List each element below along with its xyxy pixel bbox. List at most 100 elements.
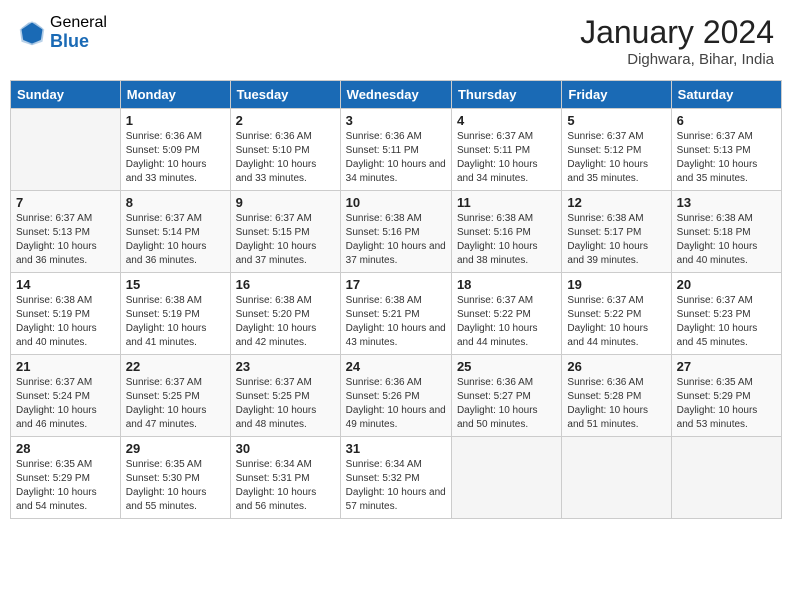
day-number: 25 bbox=[457, 359, 556, 374]
day-info: Sunrise: 6:37 AMSunset: 5:22 PMDaylight:… bbox=[567, 294, 665, 350]
calendar-cell: 18 Sunrise: 6:37 AMSunset: 5:22 PMDayligh… bbox=[451, 273, 561, 355]
calendar-header-friday: Friday bbox=[562, 81, 671, 109]
day-number: 30 bbox=[236, 441, 335, 456]
calendar-cell: 29 Sunrise: 6:35 AMSunset: 5:30 PMDayligh… bbox=[120, 437, 230, 519]
calendar-cell: 27 Sunrise: 6:35 AMSunset: 5:29 PMDayligh… bbox=[671, 355, 781, 437]
day-number: 22 bbox=[126, 359, 225, 374]
day-info: Sunrise: 6:38 AMSunset: 5:20 PMDaylight:… bbox=[236, 294, 335, 350]
calendar-week-row: 28 Sunrise: 6:35 AMSunset: 5:29 PMDayligh… bbox=[11, 437, 782, 519]
calendar-cell: 31Sunrise: 6:34 AMSunset: 5:32 PMDayligh… bbox=[340, 437, 451, 519]
day-info: Sunrise: 6:37 AMSunset: 5:23 PMDaylight:… bbox=[677, 294, 776, 350]
day-number: 19 bbox=[567, 277, 665, 292]
day-number: 29 bbox=[126, 441, 225, 456]
calendar-cell: 23 Sunrise: 6:37 AMSunset: 5:25 PMDayligh… bbox=[230, 355, 340, 437]
day-info: Sunrise: 6:38 AMSunset: 5:17 PMDaylight:… bbox=[567, 212, 665, 268]
calendar-cell bbox=[671, 437, 781, 519]
day-number: 6 bbox=[677, 113, 776, 128]
day-info: Sunrise: 6:37 AMSunset: 5:22 PMDaylight:… bbox=[457, 294, 556, 350]
day-info: Sunrise: 6:37 AMSunset: 5:24 PMDaylight:… bbox=[16, 376, 115, 432]
day-info: Sunrise: 6:37 AMSunset: 5:25 PMDaylight:… bbox=[126, 376, 225, 432]
calendar-cell: 11Sunrise: 6:38 AMSunset: 5:16 PMDayligh… bbox=[451, 191, 561, 273]
day-number: 20 bbox=[677, 277, 776, 292]
day-info: Sunrise: 6:36 AMSunset: 5:11 PMDaylight:… bbox=[346, 130, 446, 186]
day-info: Sunrise: 6:37 AMSunset: 5:13 PMDaylight:… bbox=[677, 130, 776, 186]
day-number: 31 bbox=[346, 441, 446, 456]
day-number: 24 bbox=[346, 359, 446, 374]
calendar-cell: 19 Sunrise: 6:37 AMSunset: 5:22 PMDayligh… bbox=[562, 273, 671, 355]
calendar-header-thursday: Thursday bbox=[451, 81, 561, 109]
calendar-week-row: 14 Sunrise: 6:38 AMSunset: 5:19 PMDayligh… bbox=[11, 273, 782, 355]
day-number: 26 bbox=[567, 359, 665, 374]
day-number: 23 bbox=[236, 359, 335, 374]
day-info: Sunrise: 6:34 AMSunset: 5:31 PMDaylight:… bbox=[236, 458, 335, 514]
location: Dighwara, Bihar, India bbox=[580, 51, 774, 68]
day-number: 13 bbox=[677, 195, 776, 210]
calendar-cell: 3 Sunrise: 6:36 AMSunset: 5:11 PMDaylight… bbox=[340, 109, 451, 191]
day-info: Sunrise: 6:37 AMSunset: 5:15 PMDaylight:… bbox=[236, 212, 335, 268]
day-info: Sunrise: 6:35 AMSunset: 5:29 PMDaylight:… bbox=[16, 458, 115, 514]
calendar-cell: 6 Sunrise: 6:37 AMSunset: 5:13 PMDaylight… bbox=[671, 109, 781, 191]
day-number: 3 bbox=[346, 113, 446, 128]
day-info: Sunrise: 6:36 AMSunset: 5:27 PMDaylight:… bbox=[457, 376, 556, 432]
day-number: 28 bbox=[16, 441, 115, 456]
calendar-header-monday: Monday bbox=[120, 81, 230, 109]
day-info: Sunrise: 6:38 AMSunset: 5:16 PMDaylight:… bbox=[457, 212, 556, 268]
calendar-table: SundayMondayTuesdayWednesdayThursdayFrid… bbox=[10, 80, 782, 519]
day-number: 15 bbox=[126, 277, 225, 292]
day-number: 5 bbox=[567, 113, 665, 128]
logo-text: General Blue bbox=[50, 14, 107, 51]
day-info: Sunrise: 6:38 AMSunset: 5:16 PMDaylight:… bbox=[346, 212, 446, 268]
calendar-cell bbox=[451, 437, 561, 519]
day-number: 8 bbox=[126, 195, 225, 210]
day-info: Sunrise: 6:35 AMSunset: 5:29 PMDaylight:… bbox=[677, 376, 776, 432]
day-info: Sunrise: 6:38 AMSunset: 5:19 PMDaylight:… bbox=[16, 294, 115, 350]
day-number: 1 bbox=[126, 113, 225, 128]
calendar-cell: 8Sunrise: 6:37 AMSunset: 5:14 PMDaylight… bbox=[120, 191, 230, 273]
calendar-cell: 5 Sunrise: 6:37 AMSunset: 5:12 PMDaylight… bbox=[562, 109, 671, 191]
day-info: Sunrise: 6:37 AMSunset: 5:11 PMDaylight:… bbox=[457, 130, 556, 186]
day-number: 12 bbox=[567, 195, 665, 210]
calendar-cell: 4Sunrise: 6:37 AMSunset: 5:11 PMDaylight… bbox=[451, 109, 561, 191]
calendar-cell: 12 Sunrise: 6:38 AMSunset: 5:17 PMDayligh… bbox=[562, 191, 671, 273]
day-info: Sunrise: 6:37 AMSunset: 5:12 PMDaylight:… bbox=[567, 130, 665, 186]
calendar-cell: 26 Sunrise: 6:36 AMSunset: 5:28 PMDayligh… bbox=[562, 355, 671, 437]
day-number: 21 bbox=[16, 359, 115, 374]
day-info: Sunrise: 6:36 AMSunset: 5:28 PMDaylight:… bbox=[567, 376, 665, 432]
calendar-cell: 2 Sunrise: 6:36 AMSunset: 5:10 PMDaylight… bbox=[230, 109, 340, 191]
day-info: Sunrise: 6:36 AMSunset: 5:10 PMDaylight:… bbox=[236, 130, 335, 186]
day-info: Sunrise: 6:38 AMSunset: 5:19 PMDaylight:… bbox=[126, 294, 225, 350]
calendar-week-row: 21 Sunrise: 6:37 AMSunset: 5:24 PMDayligh… bbox=[11, 355, 782, 437]
calendar-cell: 22 Sunrise: 6:37 AMSunset: 5:25 PMDayligh… bbox=[120, 355, 230, 437]
calendar-cell: 16Sunrise: 6:38 AMSunset: 5:20 PMDayligh… bbox=[230, 273, 340, 355]
calendar-cell: 15 Sunrise: 6:38 AMSunset: 5:19 PMDayligh… bbox=[120, 273, 230, 355]
calendar-cell bbox=[562, 437, 671, 519]
calendar-cell: 25 Sunrise: 6:36 AMSunset: 5:27 PMDayligh… bbox=[451, 355, 561, 437]
calendar-cell: 17Sunrise: 6:38 AMSunset: 5:21 PMDayligh… bbox=[340, 273, 451, 355]
day-info: Sunrise: 6:38 AMSunset: 5:18 PMDaylight:… bbox=[677, 212, 776, 268]
day-number: 2 bbox=[236, 113, 335, 128]
calendar-cell bbox=[11, 109, 121, 191]
calendar-header-row: SundayMondayTuesdayWednesdayThursdayFrid… bbox=[11, 81, 782, 109]
logo-general: General bbox=[50, 14, 107, 32]
day-number: 14 bbox=[16, 277, 115, 292]
day-number: 18 bbox=[457, 277, 556, 292]
calendar-header-saturday: Saturday bbox=[671, 81, 781, 109]
day-info: Sunrise: 6:36 AMSunset: 5:09 PMDaylight:… bbox=[126, 130, 225, 186]
day-number: 10 bbox=[346, 195, 446, 210]
logo-blue: Blue bbox=[50, 32, 107, 52]
calendar-cell: 9 Sunrise: 6:37 AMSunset: 5:15 PMDaylight… bbox=[230, 191, 340, 273]
calendar-header-sunday: Sunday bbox=[11, 81, 121, 109]
day-number: 9 bbox=[236, 195, 335, 210]
day-number: 27 bbox=[677, 359, 776, 374]
calendar-week-row: 7Sunrise: 6:37 AMSunset: 5:13 PMDaylight… bbox=[11, 191, 782, 273]
day-info: Sunrise: 6:38 AMSunset: 5:21 PMDaylight:… bbox=[346, 294, 446, 350]
calendar-cell: 30 Sunrise: 6:34 AMSunset: 5:31 PMDayligh… bbox=[230, 437, 340, 519]
month-year: January 2024 bbox=[580, 14, 774, 51]
calendar-header-wednesday: Wednesday bbox=[340, 81, 451, 109]
page-header: General Blue January 2024 Dighwara, Biha… bbox=[10, 10, 782, 72]
calendar-cell: 7Sunrise: 6:37 AMSunset: 5:13 PMDaylight… bbox=[11, 191, 121, 273]
day-info: Sunrise: 6:35 AMSunset: 5:30 PMDaylight:… bbox=[126, 458, 225, 514]
day-info: Sunrise: 6:37 AMSunset: 5:25 PMDaylight:… bbox=[236, 376, 335, 432]
logo: General Blue bbox=[18, 14, 107, 51]
calendar-cell: 24Sunrise: 6:36 AMSunset: 5:26 PMDayligh… bbox=[340, 355, 451, 437]
